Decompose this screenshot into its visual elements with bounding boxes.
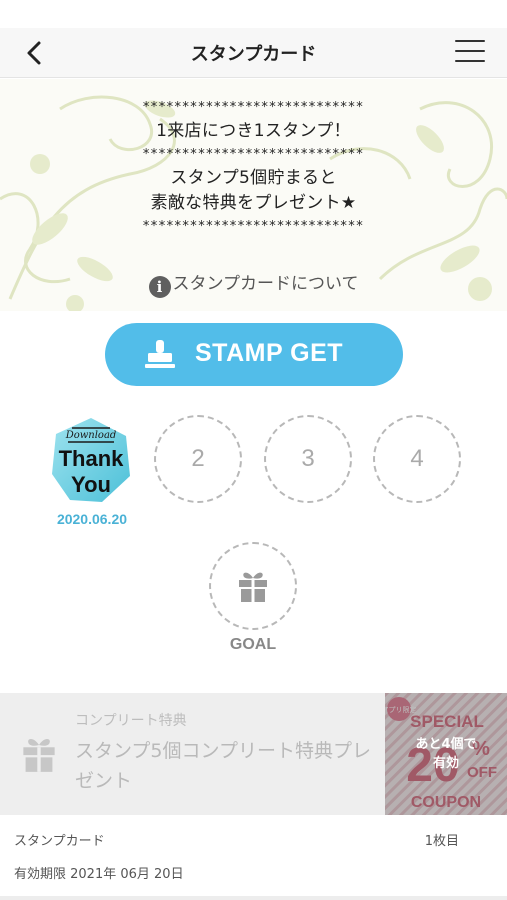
gift-icon (239, 572, 267, 602)
about-link-label: スタンプカードについて (172, 274, 359, 294)
card-expiry: 有効期限 2021年 06月 20日 (14, 867, 184, 882)
card-label: スタンプカード (14, 834, 105, 849)
stamp-text-main1: Thank (59, 446, 125, 471)
nav-bar: スタンプカード (0, 28, 507, 78)
stamp-slot-2: 2 (154, 415, 242, 503)
thank-you-stamp: Download Thank You (52, 418, 130, 502)
page-title: スタンプカード (190, 44, 317, 65)
stamp-rules-banner: **************************** 1来店につき1スタンプ… (0, 79, 507, 311)
gift-icon (23, 739, 55, 772)
coupon-remaining-note: あと4個で 有効 (385, 735, 507, 773)
stamp-text-main2: You (71, 472, 111, 497)
status-bar (0, 0, 507, 28)
hamburger-menu-icon[interactable] (455, 40, 485, 66)
chevron-left-icon[interactable] (20, 38, 50, 68)
complete-bonus-card[interactable]: コンプリート特典 スタンプ5個コンプリート特典プレゼント アプリ限定 SPECI… (0, 693, 507, 815)
stamp-get-button[interactable]: STAMP GET (105, 323, 403, 386)
banner-line: **************************** (142, 219, 365, 234)
coupon-thumbnail[interactable]: アプリ限定 SPECIAL 20 % OFF COUPON あと4個で 有効 (385, 693, 507, 815)
stamp-get-label: STAMP GET (195, 339, 344, 367)
about-stamp-card-link[interactable]: i スタンプカードについて (0, 269, 507, 298)
coupon-remaining-line2: 有効 (432, 756, 459, 771)
stamp-icon (145, 340, 175, 368)
banner-line: 1来店につき1スタンプ！ (156, 121, 351, 141)
stamp-slot-3: 3 (264, 415, 352, 503)
goal-slot (209, 542, 297, 630)
goal-label: GOAL (229, 636, 277, 653)
bonus-category: コンプリート特典 (75, 713, 187, 729)
divider (0, 896, 507, 900)
card-count: 1枚目 (424, 834, 459, 849)
stamp-text-top: Download (65, 430, 117, 441)
banner-line: 素敵な特典をプレゼント★ (150, 193, 357, 213)
banner-line: **************************** (142, 147, 365, 162)
bonus-title: スタンプ5個コンプリート特典プレゼント (75, 740, 371, 792)
card-footer: スタンプカード 1枚目 有効期限 2021年 06月 20日 (0, 815, 507, 900)
coupon-remaining-line1: あと4個で (415, 737, 477, 752)
stamp-date: 2020.06.20 (56, 511, 128, 527)
banner-line: スタンプ5個貯まると (170, 168, 337, 188)
banner-line: **************************** (142, 100, 365, 115)
stamp-slot-4: 4 (373, 415, 461, 503)
info-icon: i (148, 276, 171, 298)
